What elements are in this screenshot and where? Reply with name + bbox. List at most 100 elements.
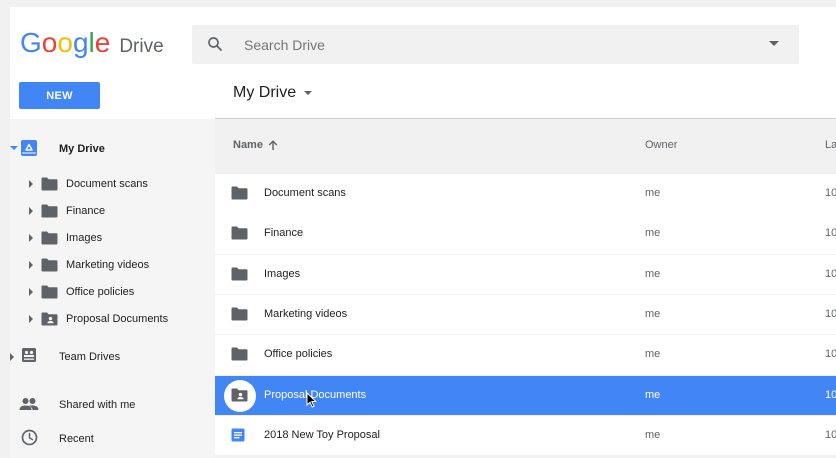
item-icon <box>231 307 248 326</box>
sidebar-item-shared-with-me[interactable]: Shared with me <box>10 391 215 418</box>
sidebar-item-label: Images <box>66 232 103 244</box>
google-drive-logo[interactable]: Google Drive <box>20 27 164 63</box>
file-name: Office policies <box>264 348 333 361</box>
folder-icon <box>41 285 58 299</box>
sidebar-folder-item[interactable]: Proposal Documents <box>10 306 215 333</box>
file-last-modified: 10 <box>825 187 836 199</box>
file-last-modified: 10 <box>825 428 836 441</box>
file-owner: me <box>645 267 661 280</box>
column-header-owner[interactable]: Owner <box>645 139 677 151</box>
file-name: Images <box>264 267 301 280</box>
search-bar[interactable] <box>192 25 799 64</box>
file-owner: me <box>645 428 661 441</box>
my-drive-icon <box>21 140 37 156</box>
sidebar-folder-item[interactable]: Finance <box>10 198 215 225</box>
expand-arrow-icon[interactable] <box>29 288 33 296</box>
sidebar-item-label: Document scans <box>66 178 148 190</box>
file-owner: me <box>645 227 661 240</box>
expand-arrow-icon[interactable] <box>29 234 33 242</box>
expand-arrow-icon[interactable] <box>29 261 33 269</box>
google-docs-icon <box>231 428 245 442</box>
file-owner: me <box>645 307 661 320</box>
item-icon <box>231 226 248 245</box>
sidebar-item-label: Recent <box>59 433 94 445</box>
sidebar-item-team-drives[interactable]: Team Drives <box>10 343 215 370</box>
sidebar-item-label: Shared with me <box>59 399 136 411</box>
file-row[interactable]: Office policies me 10 <box>215 335 836 375</box>
sidebar-item-label: My Drive <box>59 143 105 155</box>
file-row[interactable]: Marketing videos me 10 <box>215 294 836 335</box>
expand-arrow-icon[interactable] <box>29 180 33 188</box>
search-input[interactable] <box>244 25 744 64</box>
folder-icon-wrap <box>41 258 58 277</box>
shared-folder-icon <box>231 388 248 401</box>
file-row[interactable]: Proposal Documents me 10 <box>215 375 836 415</box>
sidebar-item-label: Finance <box>66 205 106 217</box>
sidebar-item-my-drive[interactable]: My Drive <box>10 134 215 161</box>
expand-arrow-icon[interactable] <box>29 207 33 215</box>
folder-icon <box>231 347 248 361</box>
location-title-dropdown[interactable]: My Drive <box>233 84 313 102</box>
shared-folder-icon <box>41 312 58 326</box>
expand-arrow-icon[interactable] <box>10 353 14 361</box>
sidebar-folder-item[interactable]: Images <box>10 225 215 252</box>
sidebar-item-label: Office policies <box>66 286 135 298</box>
file-last-modified: 10 <box>825 227 836 240</box>
folder-icon-wrap <box>41 231 58 250</box>
list-header: Name Owner La <box>215 119 836 164</box>
drive-app: Google Drive NEW My Drive My Drive Docum… <box>10 7 836 458</box>
new-button[interactable]: NEW <box>19 82 100 109</box>
column-header-last-modified[interactable]: La <box>825 139 836 151</box>
sidebar-folder-item[interactable]: Document scans <box>10 171 215 198</box>
mouse-cursor-icon <box>306 391 317 408</box>
folder-icon <box>41 204 58 218</box>
sidebar-item-label: Team Drives <box>59 351 121 363</box>
sidebar: My Drive Document scans Finance Images Mark… <box>10 119 215 458</box>
chevron-down-icon <box>304 91 313 95</box>
item-icon <box>231 186 248 205</box>
folder-icon <box>41 258 58 272</box>
folder-icon <box>231 307 248 321</box>
item-icon <box>231 267 248 286</box>
file-last-modified: 10 <box>825 348 836 361</box>
file-row[interactable]: 2018 New Toy Proposal me 10 <box>215 415 836 456</box>
file-owner: me <box>645 187 661 199</box>
expand-arrow-icon[interactable] <box>29 315 33 323</box>
arrow-up-icon <box>268 139 278 150</box>
item-icon <box>231 428 245 447</box>
file-row[interactable]: Images me 10 <box>215 254 836 295</box>
clock-icon <box>21 429 38 446</box>
folder-icon <box>231 226 248 240</box>
file-name: Document scans <box>264 187 346 199</box>
folder-icon <box>231 186 248 200</box>
sidebar-item-label: Proposal Documents <box>66 313 169 325</box>
file-owner: me <box>645 348 661 361</box>
file-row[interactable]: Document scans me 10 <box>215 174 836 214</box>
column-header-name: Name <box>233 139 263 151</box>
sort-by-name-button[interactable]: Name <box>233 139 278 151</box>
file-name: Marketing videos <box>264 307 348 320</box>
google-wordmark: Google <box>20 27 111 58</box>
file-owner: me <box>645 388 661 401</box>
file-last-modified: 10 <box>825 307 836 320</box>
folder-icon <box>41 231 58 245</box>
sidebar-folder-item[interactable]: Office policies <box>10 279 215 306</box>
folder-icon <box>41 177 58 191</box>
team-drives-icon <box>22 348 36 362</box>
sidebar-item-label: Marketing videos <box>66 259 150 271</box>
sidebar-folder-item[interactable]: Marketing videos <box>10 252 215 279</box>
file-row[interactable]: Finance me 10 <box>215 214 836 254</box>
folder-icon <box>231 267 248 281</box>
people-icon <box>19 398 39 410</box>
search-icon[interactable] <box>206 35 224 53</box>
drive-product-name: Drive <box>119 36 164 57</box>
collapse-arrow-icon[interactable] <box>10 146 18 150</box>
folder-icon-wrap <box>41 285 58 304</box>
search-options-dropdown-icon[interactable] <box>769 41 779 46</box>
file-list: Name Owner La Document scans me 10 Finance m… <box>215 119 836 458</box>
location-title: My Drive <box>233 84 297 101</box>
item-icon <box>231 388 248 407</box>
sidebar-item-recent[interactable]: Recent <box>10 425 215 452</box>
file-name: Finance <box>264 227 304 240</box>
folder-icon-wrap <box>41 312 58 331</box>
